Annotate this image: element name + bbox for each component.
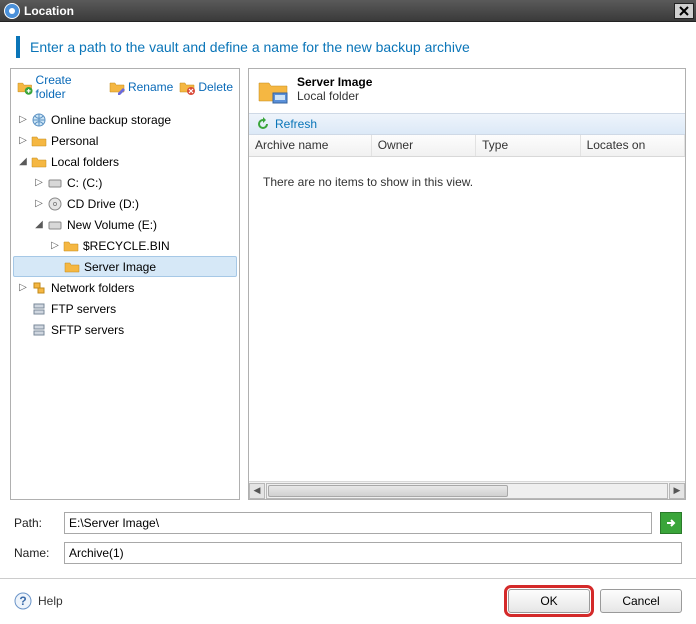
globe-icon <box>31 112 47 128</box>
folder-icon <box>31 154 47 170</box>
help-label: Help <box>38 594 63 608</box>
svg-text:?: ? <box>19 594 26 608</box>
rename-link[interactable]: Rename <box>109 73 173 101</box>
tree-label: FTP servers <box>51 302 116 316</box>
tree-item-personal[interactable]: ▷ Personal <box>13 130 237 151</box>
expand-spacer <box>17 303 29 315</box>
refresh-button[interactable]: Refresh <box>249 113 685 135</box>
delete-label: Delete <box>198 80 233 94</box>
arrow-right-icon <box>665 517 677 529</box>
tree-label: SFTP servers <box>51 323 124 337</box>
expand-icon[interactable]: ▷ <box>33 177 45 189</box>
expand-spacer <box>50 261 62 273</box>
header-text: Enter a path to the vault and define a n… <box>30 39 470 55</box>
header-accent <box>16 36 20 58</box>
tree-item-online[interactable]: ▷ Online backup storage <box>13 109 237 130</box>
tree-label: Server Image <box>84 260 156 274</box>
collapse-icon[interactable]: ◢ <box>17 156 29 168</box>
server-icon <box>31 322 47 338</box>
tree-label: Online backup storage <box>51 113 171 127</box>
disk-icon <box>47 175 63 191</box>
tree-item-sftp[interactable]: SFTP servers <box>13 319 237 340</box>
path-input[interactable] <box>64 512 652 534</box>
window-title: Location <box>24 4 674 18</box>
titlebar: Location <box>0 0 696 22</box>
tree-label: C: (C:) <box>67 176 102 190</box>
folder-rename-icon <box>109 79 125 95</box>
tree-label: New Volume (E:) <box>67 218 157 232</box>
ok-button[interactable]: OK <box>508 589 590 613</box>
tree-label: Network folders <box>51 281 134 295</box>
detail-subtitle: Local folder <box>297 89 372 103</box>
close-button[interactable] <box>674 3 694 19</box>
col-owner[interactable]: Owner <box>372 135 476 156</box>
rename-label: Rename <box>128 80 173 94</box>
detail-header: Server Image Local folder <box>249 69 685 113</box>
items-list: There are no items to show in this view. <box>249 157 685 481</box>
help-icon: ? <box>14 592 32 610</box>
expand-icon[interactable]: ▷ <box>17 135 29 147</box>
tree-item-server-image[interactable]: Server Image <box>13 256 237 277</box>
detail-name: Server Image <box>297 75 372 89</box>
expand-spacer <box>17 324 29 336</box>
expand-icon[interactable]: ▷ <box>17 282 29 294</box>
folder-icon <box>63 238 79 254</box>
tree-item-network[interactable]: ▷ Network folders <box>13 277 237 298</box>
app-icon <box>4 3 20 19</box>
scroll-track[interactable] <box>266 483 668 499</box>
delete-link[interactable]: Delete <box>179 73 233 101</box>
tree-item-ftp[interactable]: FTP servers <box>13 298 237 319</box>
path-name-form: Path: Name: <box>0 500 696 570</box>
scroll-right-button[interactable]: ▶ <box>669 483 685 499</box>
empty-message: There are no items to show in this view. <box>263 175 473 189</box>
tree-label: Personal <box>51 134 98 148</box>
col-locates[interactable]: Locates on <box>581 135 685 156</box>
expand-icon[interactable]: ▷ <box>33 198 45 210</box>
refresh-label: Refresh <box>275 117 317 131</box>
column-headers: Archive name Owner Type Locates on <box>249 135 685 157</box>
tree-item-e-drive[interactable]: ◢ New Volume (E:) <box>13 214 237 235</box>
folder-tree[interactable]: ▷ Online backup storage ▷ Personal ◢ Local … <box>11 107 239 499</box>
folder-icon <box>31 133 47 149</box>
cd-icon <box>47 196 63 212</box>
detail-panel: Server Image Local folder Refresh Archiv… <box>248 68 686 500</box>
expand-icon[interactable]: ▷ <box>49 240 61 252</box>
bottom-bar: ? Help OK Cancel <box>0 578 696 623</box>
folder-tree-panel: Create folder Rename Delete ▷ Online back… <box>10 68 240 500</box>
tree-item-local[interactable]: ◢ Local folders <box>13 151 237 172</box>
tree-label: Local folders <box>51 155 119 169</box>
tree-label: $RECYCLE.BIN <box>83 239 170 253</box>
refresh-icon <box>255 116 271 132</box>
path-label: Path: <box>14 516 56 530</box>
horizontal-scrollbar[interactable]: ◀ ▶ <box>249 481 685 499</box>
close-icon <box>679 6 689 16</box>
folder-icon <box>64 259 80 275</box>
disk-icon <box>47 217 63 233</box>
tree-item-c-drive[interactable]: ▷ C: (C:) <box>13 172 237 193</box>
server-icon <box>31 301 47 317</box>
tree-item-cd-drive[interactable]: ▷ CD Drive (D:) <box>13 193 237 214</box>
go-button[interactable] <box>660 512 682 534</box>
expand-icon[interactable]: ▷ <box>17 114 29 126</box>
network-icon <box>31 280 47 296</box>
cancel-button[interactable]: Cancel <box>600 589 682 613</box>
folder-large-icon <box>257 75 289 107</box>
name-label: Name: <box>14 546 56 560</box>
create-folder-link[interactable]: Create folder <box>17 73 103 101</box>
scroll-thumb[interactable] <box>268 485 508 497</box>
name-input[interactable] <box>64 542 682 564</box>
folder-toolbar: Create folder Rename Delete <box>11 69 239 107</box>
tree-item-recycle[interactable]: ▷ $RECYCLE.BIN <box>13 235 237 256</box>
help-link[interactable]: ? Help <box>14 592 63 610</box>
tree-label: CD Drive (D:) <box>67 197 139 211</box>
header-instruction: Enter a path to the vault and define a n… <box>0 22 696 68</box>
collapse-icon[interactable]: ◢ <box>33 219 45 231</box>
col-archive[interactable]: Archive name <box>249 135 372 156</box>
col-type[interactable]: Type <box>476 135 580 156</box>
folder-plus-icon <box>17 79 33 95</box>
scroll-left-button[interactable]: ◀ <box>249 483 265 499</box>
folder-delete-icon <box>179 79 195 95</box>
create-folder-label: Create folder <box>36 73 103 101</box>
